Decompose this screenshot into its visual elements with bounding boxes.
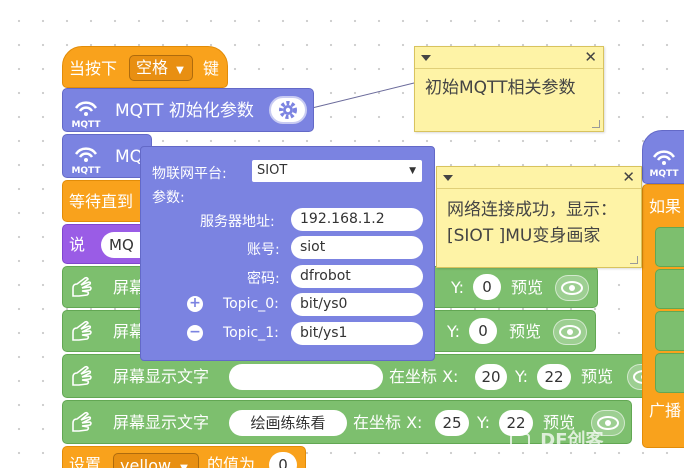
comment-line-2: [SIOT ]MU变身画家 bbox=[447, 226, 601, 246]
comment-header[interactable]: ✕ bbox=[415, 47, 603, 69]
if-inner-green-1[interactable] bbox=[655, 227, 684, 267]
mqtt-logo-icon: MQTT bbox=[67, 140, 105, 176]
password-label: 密码: bbox=[247, 271, 280, 287]
value-label: 的值为 bbox=[207, 455, 256, 468]
wait-until-label: 等待直到 bbox=[69, 192, 134, 211]
collapse-icon[interactable] bbox=[443, 175, 453, 181]
key-suffix-label: 键 bbox=[203, 59, 220, 78]
hand-icon bbox=[72, 411, 92, 432]
if-block[interactable]: 如果 广播 bbox=[642, 184, 684, 448]
gear-icon[interactable] bbox=[269, 96, 307, 124]
if-label: 如果 bbox=[649, 197, 682, 216]
when-key-pressed-block[interactable]: 当按下 空格 ▼ 键 bbox=[62, 46, 228, 88]
account-label: 账号: bbox=[247, 242, 280, 258]
watermark-logo-icon bbox=[510, 433, 530, 449]
if-inner-green-4[interactable] bbox=[655, 353, 684, 393]
resize-handle-icon[interactable] bbox=[592, 120, 600, 128]
when-key-label: 当按下 bbox=[69, 59, 118, 78]
screen-text-label: 屏幕显示文字 bbox=[113, 367, 210, 386]
preview-label: 预览 bbox=[509, 322, 542, 341]
mqtt-logo-text: MQTT bbox=[71, 166, 101, 176]
close-icon[interactable]: ✕ bbox=[584, 48, 597, 66]
chevron-down-icon: ▼ bbox=[176, 65, 184, 76]
text-input[interactable] bbox=[229, 364, 383, 390]
coord-x-label: 在坐标 X: bbox=[389, 367, 459, 386]
preview-label: 预览 bbox=[581, 367, 614, 386]
say-block[interactable]: 说 MQ bbox=[62, 224, 161, 264]
mqtt-subscribe-block[interactable]: MQTT MQ bbox=[62, 134, 152, 178]
text-input[interactable]: 绘画练练看 bbox=[229, 410, 347, 436]
comment-header[interactable]: ✕ bbox=[437, 167, 641, 189]
y-label: Y: bbox=[515, 367, 529, 386]
if-inner-green-2[interactable] bbox=[655, 269, 684, 309]
mqtt-block-label: MQ bbox=[115, 147, 144, 167]
topic1-input[interactable]: bit/ys1 bbox=[291, 322, 423, 345]
if-inner-green-3[interactable] bbox=[655, 311, 684, 351]
comment-line-1: 网络连接成功，显示： bbox=[447, 200, 617, 220]
mqtt-init-block[interactable]: MQTT MQTT 初始化参数 bbox=[62, 88, 314, 132]
variable-dropdown[interactable]: yellow ▼ bbox=[113, 453, 199, 468]
topic0-input[interactable]: bit/ys0 bbox=[291, 293, 423, 316]
mqtt-settings-mutator[interactable]: 物联网平台: SIOT ▼ 参数: 服务器地址: 192.168.1.2 账号:… bbox=[140, 146, 435, 361]
comment-init-params[interactable]: ✕ 初始MQTT相关参数 bbox=[414, 46, 604, 132]
watermark: DF创客 bbox=[510, 426, 604, 452]
mqtt-logo-icon: MQTT bbox=[67, 94, 105, 130]
right-mqtt-block[interactable]: MQTT bbox=[642, 130, 684, 184]
y-input[interactable]: 0 bbox=[469, 318, 497, 344]
coord-x-label: 在坐标 X: bbox=[353, 413, 423, 432]
y-label: Y: bbox=[477, 413, 491, 432]
set-label: 设置 bbox=[69, 455, 102, 468]
y-label: Y: bbox=[451, 278, 465, 297]
add-topic-icon[interactable]: + bbox=[187, 296, 203, 312]
topic1-label: Topic_1: bbox=[223, 325, 279, 341]
y-label: Y: bbox=[447, 322, 461, 341]
eye-icon[interactable] bbox=[553, 319, 587, 345]
x-input[interactable]: 25 bbox=[435, 410, 469, 436]
hand-icon bbox=[72, 320, 92, 341]
mqtt-init-label: MQTT 初始化参数 bbox=[115, 101, 254, 121]
preview-label: 预览 bbox=[511, 278, 544, 297]
account-input[interactable]: siot bbox=[291, 236, 423, 259]
server-address-input[interactable]: 192.168.1.2 bbox=[291, 208, 423, 231]
close-icon[interactable]: ✕ bbox=[622, 168, 635, 186]
chevron-down-icon: ▼ bbox=[180, 463, 188, 468]
comment-text: 网络连接成功，显示： [SIOT ]MU变身画家 bbox=[437, 189, 641, 255]
y-input[interactable]: 22 bbox=[537, 364, 571, 390]
password-input[interactable]: dfrobot bbox=[291, 265, 423, 288]
wait-until-block[interactable]: 等待直到 bbox=[62, 180, 152, 222]
topic0-label: Topic_0: bbox=[223, 296, 279, 312]
platform-label: 物联网平台: bbox=[152, 166, 227, 182]
x-input[interactable]: 20 bbox=[475, 364, 507, 390]
broadcast-label: 广播 bbox=[649, 401, 682, 420]
platform-dropdown[interactable]: SIOT ▼ bbox=[252, 160, 422, 182]
value-input[interactable]: 0 bbox=[269, 452, 297, 468]
eye-icon[interactable] bbox=[555, 275, 589, 301]
set-variable-block[interactable]: 设置 yellow ▼ 的值为 0 bbox=[62, 446, 306, 468]
mqtt-logo-text: MQTT bbox=[649, 169, 679, 179]
screen-text-label: 屏幕显示文字 bbox=[113, 413, 210, 432]
resize-handle-icon[interactable] bbox=[630, 256, 638, 264]
chevron-down-icon: ▼ bbox=[409, 166, 416, 176]
y-input[interactable]: 0 bbox=[473, 274, 501, 300]
server-label: 服务器地址: bbox=[200, 214, 275, 230]
mqtt-logo-icon: MQTT bbox=[645, 143, 683, 179]
comment-network-success[interactable]: ✕ 网络连接成功，显示： [SIOT ]MU变身画家 bbox=[436, 166, 642, 268]
params-label: 参数: bbox=[152, 190, 185, 206]
hand-icon bbox=[72, 365, 92, 386]
remove-topic-icon[interactable]: − bbox=[187, 325, 203, 341]
hand-icon bbox=[72, 276, 92, 297]
key-dropdown[interactable]: 空格 ▼ bbox=[129, 55, 193, 81]
comment-text: 初始MQTT相关参数 bbox=[425, 78, 576, 98]
say-label: 说 bbox=[69, 235, 86, 254]
mqtt-logo-text: MQTT bbox=[71, 120, 101, 130]
collapse-icon[interactable] bbox=[421, 55, 431, 61]
